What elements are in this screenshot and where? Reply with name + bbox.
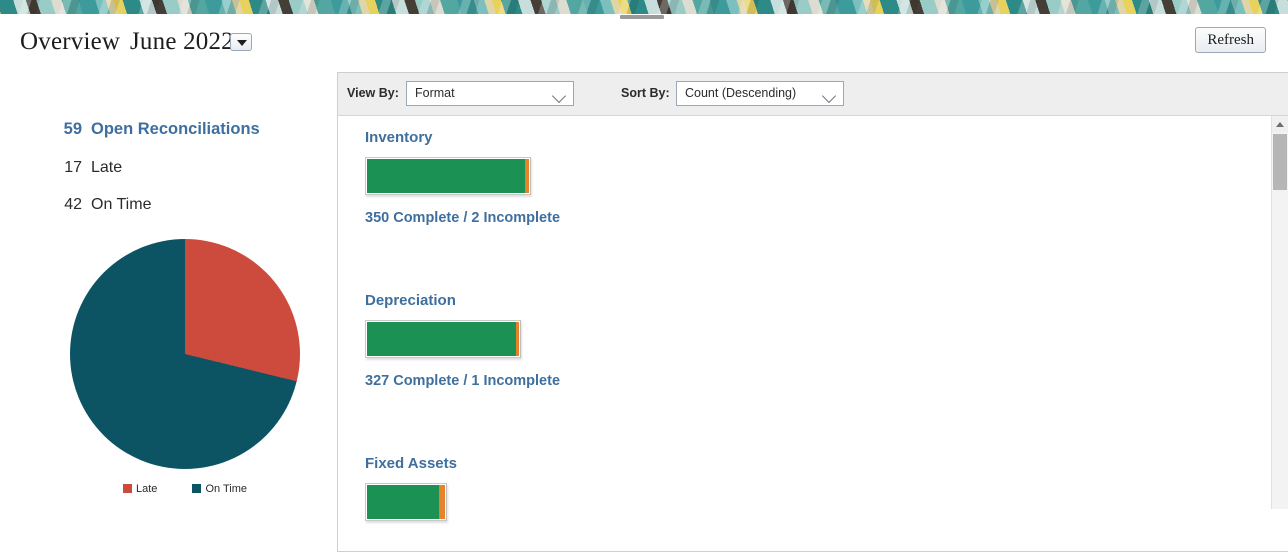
format-bar-group: Inventory 350 Complete / 2 Incomplete (365, 129, 560, 226)
format-bar-group: Depreciation 327 Complete / 1 Incomplete (365, 292, 560, 389)
scrollbar-thumb[interactable] (1273, 134, 1287, 190)
format-bar[interactable] (365, 320, 521, 358)
chevron-down-icon (821, 88, 837, 104)
legend-label-on-time: On Time (205, 483, 248, 495)
page-header: Overview June 2022 Refresh (0, 26, 1288, 66)
view-by-select[interactable]: Format (406, 81, 574, 106)
decorative-banner (0, 0, 1288, 14)
late-label: Late (91, 159, 123, 176)
open-count: 59 (63, 120, 82, 138)
formats-panel: View By: Format Sort By: Count (Descendi… (337, 72, 1288, 552)
panel-drag-handle[interactable] (620, 15, 664, 19)
period-label: June 2022 (130, 28, 234, 55)
open-reconciliations-stat[interactable]: 59 Open Reconciliations (52, 120, 260, 139)
format-bar[interactable] (365, 483, 447, 521)
pie-legend: Late On Time (70, 483, 300, 495)
chevron-down-icon (551, 88, 567, 104)
panel-toolbar: View By: Format Sort By: Count (Descendi… (338, 73, 1288, 116)
banner-stripes-overlay (0, 0, 1288, 14)
format-title[interactable]: Inventory (365, 129, 560, 146)
legend-swatch-on-time (192, 484, 202, 493)
arrow-up-icon (1276, 122, 1284, 127)
legend-item-late[interactable]: Late (122, 483, 158, 495)
on-time-count: 42 (64, 196, 82, 213)
page-title: Overview (20, 28, 121, 55)
format-list: Inventory 350 Complete / 2 Incomplete Depr… (338, 116, 1288, 551)
format-bar-caption[interactable]: 350 Complete / 2 Incomplete (365, 210, 560, 226)
format-bar[interactable] (365, 157, 531, 195)
sort-by-value: Count (Descending) (685, 86, 797, 100)
format-title[interactable]: Depreciation (365, 292, 560, 309)
late-stat[interactable]: 17 Late (52, 159, 122, 177)
reconciliations-pie-chart[interactable] (70, 239, 300, 469)
bar-segment-incomplete[interactable] (516, 322, 519, 356)
view-by-label: View By: (347, 86, 399, 100)
scroll-up-button[interactable] (1272, 116, 1288, 132)
bar-segment-complete[interactable] (367, 159, 525, 193)
caret-down-icon (237, 40, 247, 46)
sort-by-select[interactable]: Count (Descending) (676, 81, 844, 106)
panel-scrollbar[interactable] (1271, 116, 1288, 509)
refresh-button[interactable]: Refresh (1195, 27, 1266, 53)
bar-segment-incomplete[interactable] (439, 485, 445, 519)
sort-by-label: Sort By: (621, 86, 670, 100)
format-title[interactable]: Fixed Assets (365, 455, 457, 472)
legend-item-on-time[interactable]: On Time (192, 483, 247, 495)
format-bar-group: Fixed Assets (365, 455, 457, 524)
on-time-label: On Time (91, 196, 152, 213)
legend-label-late: Late (135, 483, 158, 495)
bar-segment-incomplete[interactable] (525, 159, 529, 193)
pie-shape (70, 239, 300, 469)
format-bar-caption[interactable]: 327 Complete / 1 Incomplete (365, 373, 560, 389)
period-dropdown-button[interactable] (230, 33, 252, 51)
bar-segment-complete[interactable] (367, 485, 439, 519)
on-time-stat[interactable]: 42 On Time (52, 196, 151, 214)
legend-swatch-late (122, 484, 132, 493)
open-label: Open Reconciliations (91, 120, 260, 138)
late-count: 17 (64, 159, 82, 176)
view-by-value: Format (415, 86, 455, 100)
bar-segment-complete[interactable] (367, 322, 516, 356)
